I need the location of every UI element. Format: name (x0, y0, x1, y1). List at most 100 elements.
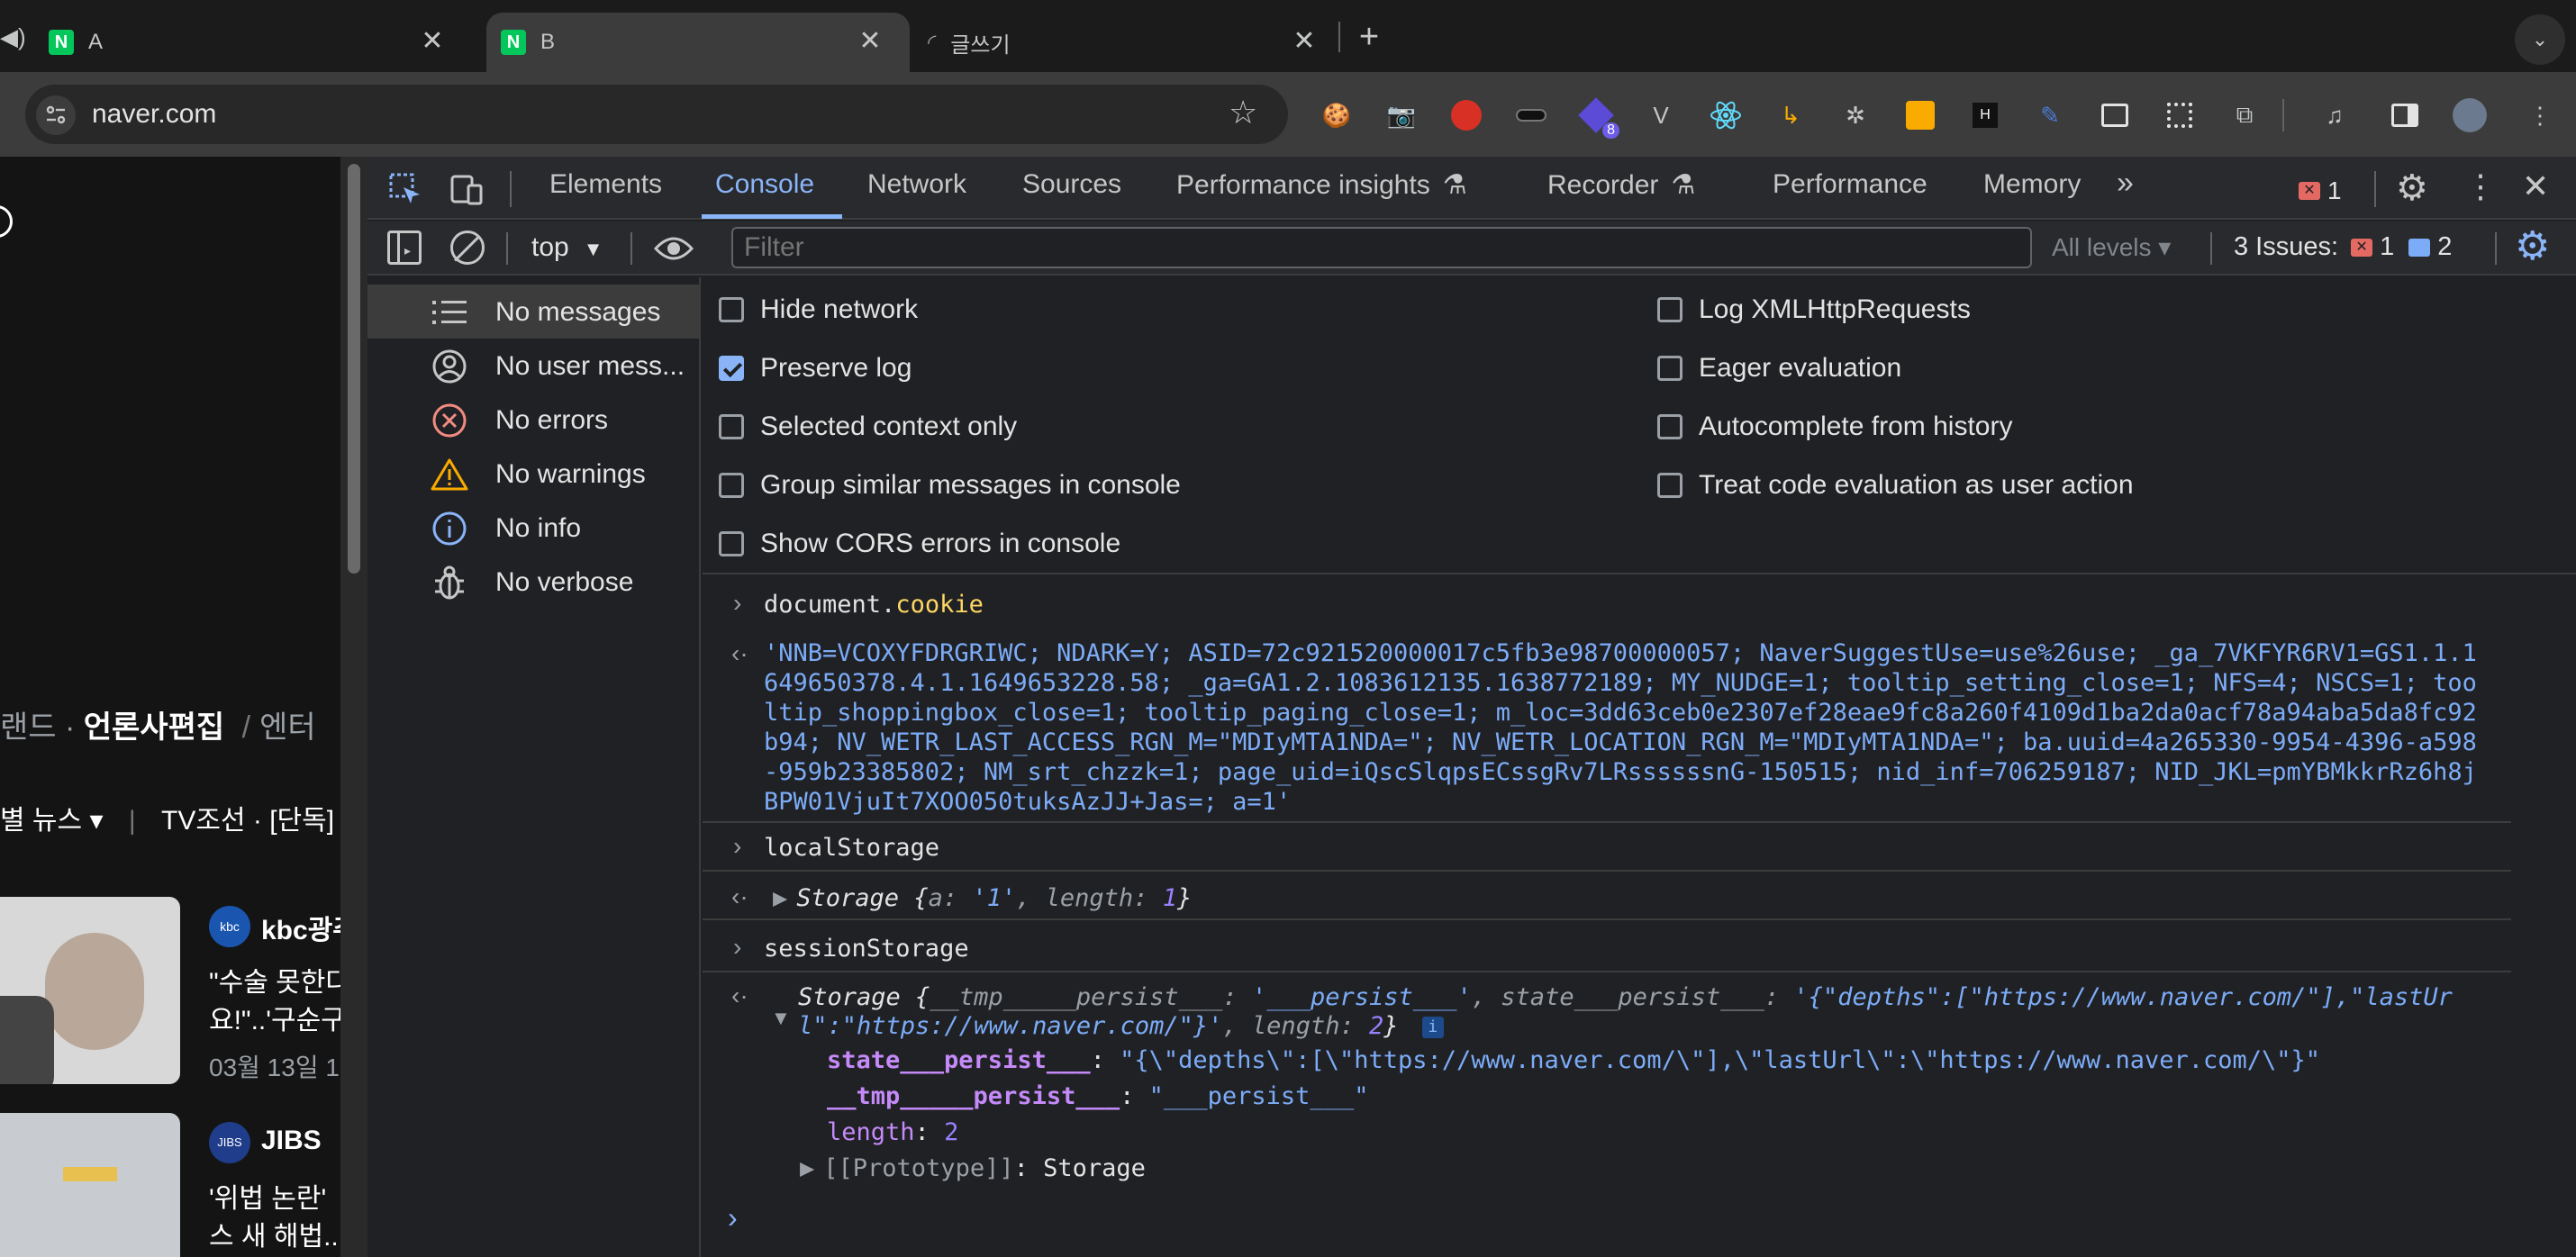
puzzle-badge-extension-icon[interactable]: 8 (1578, 97, 1619, 139)
tab-a[interactable]: N A ✕ (49, 13, 472, 72)
close-tab-icon[interactable]: ✕ (856, 27, 884, 56)
device-toolbar-icon[interactable] (449, 171, 485, 212)
checkbox[interactable] (1657, 297, 1683, 322)
card2-source[interactable]: JIBS (261, 1126, 322, 1156)
expand-arrow-icon[interactable]: ▶ (773, 884, 787, 912)
pen-extension-icon[interactable]: ✎ (2032, 97, 2068, 133)
h-extension-icon[interactable]: H (1967, 97, 2003, 133)
console-input-3[interactable]: sessionStorage (764, 935, 969, 963)
tab-performance-insights[interactable]: Performance insights ⚗ (1176, 169, 1467, 201)
collapse-arrow-icon[interactable]: ▼ (771, 1007, 791, 1030)
console-input-2[interactable]: localStorage (764, 834, 939, 862)
card1-headline-2[interactable]: 요!"..'구순구 (209, 998, 340, 1037)
option-selected-context[interactable]: Selected context only (719, 407, 1017, 447)
option-eager-eval[interactable]: Eager evaluation (1657, 348, 1901, 388)
sidebar-item-user-messages[interactable]: No user mess... (367, 339, 699, 393)
bookmark-star-icon[interactable]: ☆ (1229, 94, 1257, 131)
option-hide-network[interactable]: Hide network (719, 290, 918, 330)
option-user-action[interactable]: Treat code evaluation as user action (1657, 466, 2134, 505)
close-tab-icon[interactable]: ✕ (418, 27, 447, 56)
option-cors-errors[interactable]: Show CORS errors in console (719, 524, 1120, 564)
console-prompt-icon[interactable]: › (728, 1201, 738, 1234)
extensions-puzzle-icon[interactable]: ⧉ (2227, 97, 2263, 133)
tab-recorder[interactable]: Recorder ⚗ (1547, 169, 1695, 201)
sidebar-item-errors[interactable]: No errors (367, 393, 699, 447)
checkbox-checked[interactable] (719, 356, 744, 381)
tab-memory[interactable]: Memory (1983, 169, 2081, 200)
console-filter-input[interactable] (731, 227, 2032, 268)
qr-extension-icon[interactable] (2162, 97, 2198, 133)
new-tab-button[interactable]: + (1351, 18, 1387, 57)
session-prototype[interactable]: ▶ [[Prototype]]: Storage (800, 1154, 1146, 1182)
checkbox[interactable] (719, 531, 744, 556)
site-info-icon[interactable] (36, 95, 76, 135)
close-devtools-icon[interactable]: ✕ (2522, 167, 2549, 205)
session-prop-length[interactable]: length: 2 (827, 1118, 958, 1146)
tab-console[interactable]: Console (715, 169, 814, 200)
console-input-1[interactable]: document.cookie (764, 591, 984, 619)
expand-arrow-icon[interactable]: ▶ (800, 1154, 814, 1182)
show-sidebar-icon[interactable]: ▸ (387, 231, 422, 265)
page-scroll-thumb[interactable] (348, 164, 360, 574)
media-controls-icon[interactable]: ♫ (2317, 97, 2353, 133)
live-expression-eye-icon[interactable] (653, 232, 694, 269)
checkbox[interactable] (1657, 356, 1683, 381)
tab-network[interactable]: Network (867, 169, 966, 200)
checkbox[interactable] (719, 414, 744, 439)
log-levels-dropdown[interactable]: All levels ▾ (2052, 232, 2171, 262)
console-settings-icon[interactable]: ⚙ (2515, 223, 2550, 269)
speaker-icon[interactable]: ◀) (0, 23, 26, 51)
vue-extension-icon[interactable]: V (1643, 97, 1679, 133)
side-panel-icon[interactable] (2387, 97, 2423, 133)
option-autocomplete[interactable]: Autocomplete from history (1657, 407, 2012, 447)
react-extension-icon[interactable] (1708, 97, 1744, 133)
issues-counter[interactable]: 3 Issues: ✕ 1 2 (2234, 232, 2452, 262)
info-badge-icon[interactable]: i (1421, 1016, 1444, 1038)
card1-source[interactable]: kbc광주 (261, 908, 340, 947)
card2-headline-2[interactable]: 스 새 해법.. (209, 1214, 339, 1253)
checkbox[interactable] (719, 473, 744, 498)
option-group-similar[interactable]: Group similar messages in console (719, 466, 1181, 505)
page-circle-icon[interactable] (0, 205, 13, 238)
arrow-extension-icon[interactable]: ↳ (1773, 97, 1809, 133)
checkbox[interactable] (1657, 473, 1683, 498)
error-count-badge[interactable]: ✕ 1 (2299, 176, 2342, 205)
context-selector[interactable]: top ▼ (531, 232, 603, 263)
tab-search-button[interactable]: ⌄ (2515, 14, 2565, 65)
localstorage-output[interactable]: ▶ Storage {a: '1', length: 1} (773, 884, 1192, 912)
tab-b[interactable]: N B ✕ (486, 13, 910, 72)
nav-item-press[interactable]: 언론사편집 (84, 710, 224, 745)
bug-extension-icon[interactable]: ✲ (1837, 97, 1873, 133)
nav-item-land[interactable]: 랜드 · (0, 710, 84, 745)
devtools-menu-icon[interactable]: ⋮ (2464, 167, 2497, 205)
stop-hand-extension-icon[interactable] (1448, 97, 1484, 133)
checkbox[interactable] (719, 297, 744, 322)
nav-item-enter[interactable]: 엔터 (259, 710, 316, 745)
tab-performance[interactable]: Performance (1773, 169, 1927, 200)
sidebar-item-messages[interactable]: No messages (367, 285, 699, 339)
option-log-xhr[interactable]: Log XMLHttpRequests (1657, 290, 1971, 330)
tab-sources[interactable]: Sources (1022, 169, 1121, 200)
news-source-link[interactable]: TV조선 · [단독] ' (161, 806, 340, 836)
box-extension-icon[interactable] (1902, 97, 1938, 133)
tab-elements[interactable]: Elements (549, 169, 662, 200)
hat-extension-icon[interactable] (1513, 97, 1549, 133)
tab-write[interactable]: ◜ 글쓰기 ✕ (928, 13, 1344, 72)
more-tabs-icon[interactable]: » (2117, 166, 2134, 201)
profile-avatar[interactable] (2452, 97, 2488, 133)
close-tab-icon[interactable]: ✕ (1290, 27, 1319, 56)
camera-extension-icon[interactable]: 📷 (1383, 97, 1420, 133)
session-prop-state[interactable]: state___persist___: "{\"depths\":[\"http… (827, 1046, 2320, 1074)
chrome-menu-icon[interactable]: ⋮ (2522, 97, 2558, 133)
news-dropdown[interactable]: 별 뉴스 ▾ (0, 806, 104, 836)
clear-console-icon[interactable] (450, 231, 485, 265)
news-thumbnail-2[interactable] (0, 1113, 180, 1257)
card1-headline-1[interactable]: "수술 못한다 (209, 960, 340, 999)
url-text[interactable]: naver.com (92, 99, 216, 130)
cookie-extension-icon[interactable]: 🍪 (1319, 97, 1355, 133)
sidebar-item-info[interactable]: No info (367, 501, 699, 555)
checkbox[interactable] (1657, 414, 1683, 439)
session-prop-tmp[interactable]: __tmp_____persist___: "___persist___" (827, 1082, 1368, 1110)
inspect-element-icon[interactable] (387, 171, 423, 212)
window-extension-icon[interactable] (2097, 97, 2133, 133)
